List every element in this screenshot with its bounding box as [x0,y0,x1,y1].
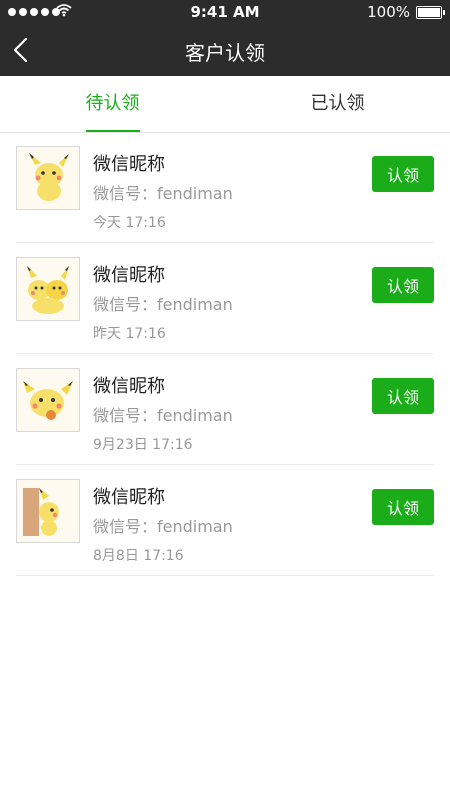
list-item: 微信昵称 微信号：fendiman 8月8日 17:16 认领 [16,465,434,576]
wechat-nickname: 微信昵称 [93,265,165,286]
wechat-nickname: 微信昵称 [93,376,165,397]
wechat-id: 微信号：fendiman [93,295,233,314]
pikachu-avatar-icon [16,368,80,432]
timestamp: 8月8日 17:16 [93,548,184,564]
wechat-nickname: 微信昵称 [93,154,165,175]
timestamp: 9月23日 17:16 [93,437,193,453]
battery-icon [416,6,445,19]
customer-list: 微信昵称 微信号：fendiman 今天 17:16 认领 微信昵称 微信号：f… [0,132,450,576]
pikachu-avatar-icon [16,257,80,321]
claim-button[interactable]: 认领 [372,267,434,303]
timestamp: 今天 17:16 [93,215,166,231]
tab-claimed-label: 已认领 [310,93,365,114]
pikachu-avatar-icon [16,479,80,543]
battery-percentage: 100% [367,3,410,21]
tab-claimed[interactable]: 已认领 [225,76,450,132]
timestamp: 昨天 17:16 [93,326,166,342]
list-item: 微信昵称 微信号：fendiman 9月23日 17:16 认领 [16,354,434,465]
wechat-nickname: 微信昵称 [93,487,165,508]
tab-pending[interactable]: 待认领 [0,76,225,132]
wechat-id: 微信号：fendiman [93,184,233,203]
list-item: 微信昵称 微信号：fendiman 今天 17:16 认领 [16,132,434,243]
claim-button[interactable]: 认领 [372,156,434,192]
wechat-id: 微信号：fendiman [93,406,233,425]
page-title: 客户认领 [185,41,265,65]
list-item: 微信昵称 微信号：fendiman 昨天 17:16 认领 [16,243,434,354]
tab-bar: 待认领 已认领 [0,76,450,133]
wechat-id: 微信号：fendiman [93,517,233,536]
navigation-bar: 客户认领 [0,24,450,76]
claim-button[interactable]: 认领 [372,378,434,414]
tab-pending-label: 待认领 [85,93,140,114]
status-bar: 9:41 AM 100% [0,0,450,24]
claim-button[interactable]: 认领 [372,489,434,525]
pikachu-avatar-icon [16,146,80,210]
